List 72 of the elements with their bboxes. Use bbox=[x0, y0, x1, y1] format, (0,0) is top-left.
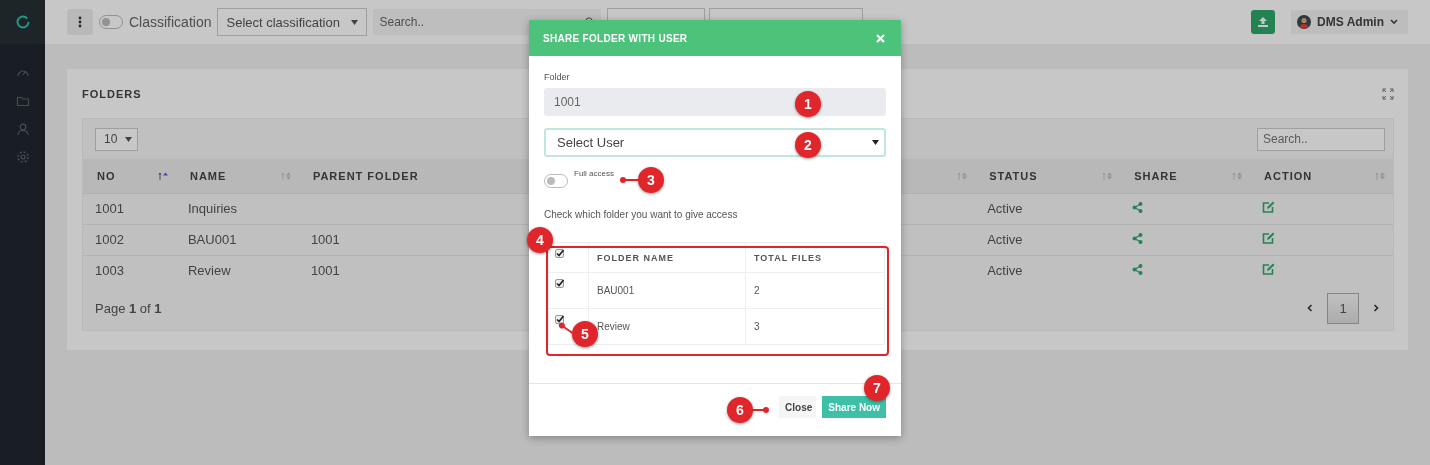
chevron-right-icon bbox=[1373, 304, 1379, 312]
edit-icon[interactable] bbox=[1262, 232, 1276, 244]
table-cell: Active bbox=[975, 255, 1121, 286]
table-cell: Active bbox=[975, 193, 1121, 224]
share-icon[interactable] bbox=[1132, 233, 1144, 244]
table-cell: Active bbox=[975, 224, 1121, 255]
checkbox[interactable] bbox=[555, 315, 564, 324]
dialog-title: SHARE FOLDER WITH USER bbox=[543, 32, 688, 44]
callout-marker: 5 bbox=[572, 321, 598, 347]
check-icon bbox=[556, 249, 564, 257]
leader-line bbox=[751, 409, 767, 411]
chevron-down-icon bbox=[1390, 19, 1398, 25]
avatar-icon bbox=[1297, 15, 1312, 29]
edit-icon[interactable] bbox=[1262, 201, 1276, 213]
classification-select[interactable]: Select classification bbox=[217, 8, 368, 36]
caret-icon bbox=[125, 136, 132, 142]
user-menu[interactable]: DMS Admin bbox=[1291, 10, 1408, 34]
ring-logo-icon bbox=[15, 15, 30, 29]
more-icon bbox=[78, 16, 82, 28]
full-access-toggle[interactable] bbox=[544, 174, 568, 188]
caret-icon bbox=[351, 19, 359, 25]
page-length-select[interactable]: 10 bbox=[95, 127, 138, 151]
column-header[interactable]: SHARE bbox=[1120, 159, 1251, 193]
classification-toggle[interactable] bbox=[99, 15, 123, 29]
page-info: Page 1 of 1 bbox=[95, 300, 162, 316]
caret-icon bbox=[872, 140, 879, 145]
close-button[interactable] bbox=[876, 33, 885, 43]
instruction-text: Check which folder you want to give access bbox=[544, 209, 739, 220]
table-cell: 3 bbox=[745, 308, 885, 345]
edit-icon[interactable] bbox=[1262, 263, 1276, 276]
user-icon[interactable] bbox=[15, 122, 30, 136]
table-cell: 1002 bbox=[83, 224, 176, 255]
settings-icon[interactable] bbox=[15, 150, 30, 164]
expand-icon[interactable] bbox=[1382, 87, 1394, 100]
close-icon bbox=[876, 33, 885, 43]
column-header[interactable]: NO bbox=[83, 159, 176, 193]
callout-marker: 3 bbox=[638, 167, 664, 193]
check-icon bbox=[556, 279, 564, 287]
table-cell: 2 bbox=[745, 272, 885, 309]
callout-marker: 2 bbox=[795, 132, 821, 158]
checkbox[interactable] bbox=[555, 249, 564, 258]
panel-title: FOLDERS bbox=[82, 87, 142, 100]
leader-line bbox=[622, 179, 640, 181]
upload-button[interactable] bbox=[1251, 10, 1276, 34]
table-cell: BAU001 bbox=[588, 272, 746, 309]
more-button[interactable] bbox=[67, 9, 93, 35]
page-button[interactable]: 1 bbox=[1327, 292, 1359, 324]
table-cell: Inquiries bbox=[175, 193, 299, 224]
folder-label: Folder bbox=[544, 72, 571, 82]
folder-icon[interactable] bbox=[15, 94, 30, 108]
table-cell: Review bbox=[175, 255, 299, 286]
share-icon[interactable] bbox=[1132, 202, 1144, 213]
checkbox[interactable] bbox=[555, 279, 564, 288]
column-header: TOTAL FILES bbox=[745, 242, 885, 273]
callout-marker: 7 bbox=[864, 375, 890, 401]
chevron-left-icon bbox=[1307, 304, 1313, 312]
table-search-field[interactable]: Search.. bbox=[1257, 127, 1385, 151]
full-access-label: Full access bbox=[574, 169, 614, 178]
check-icon bbox=[556, 315, 564, 323]
callout-marker: 6 bbox=[727, 397, 753, 423]
upload-icon bbox=[1257, 16, 1270, 28]
column-header[interactable]: ACTION bbox=[1250, 159, 1393, 193]
table-cell: 1001 bbox=[83, 193, 176, 224]
classification-label: Classification bbox=[129, 14, 212, 30]
table-cell: 1003 bbox=[83, 255, 176, 286]
table-cell: BAU001 bbox=[175, 224, 299, 255]
close-button[interactable]: Close bbox=[779, 396, 817, 418]
share-icon[interactable] bbox=[1132, 264, 1144, 276]
column-header[interactable]: NAME bbox=[175, 159, 299, 193]
callout-marker: 4 bbox=[527, 227, 553, 253]
column-header: FOLDER NAME bbox=[588, 242, 746, 273]
column-header[interactable]: STATUS bbox=[975, 159, 1121, 193]
